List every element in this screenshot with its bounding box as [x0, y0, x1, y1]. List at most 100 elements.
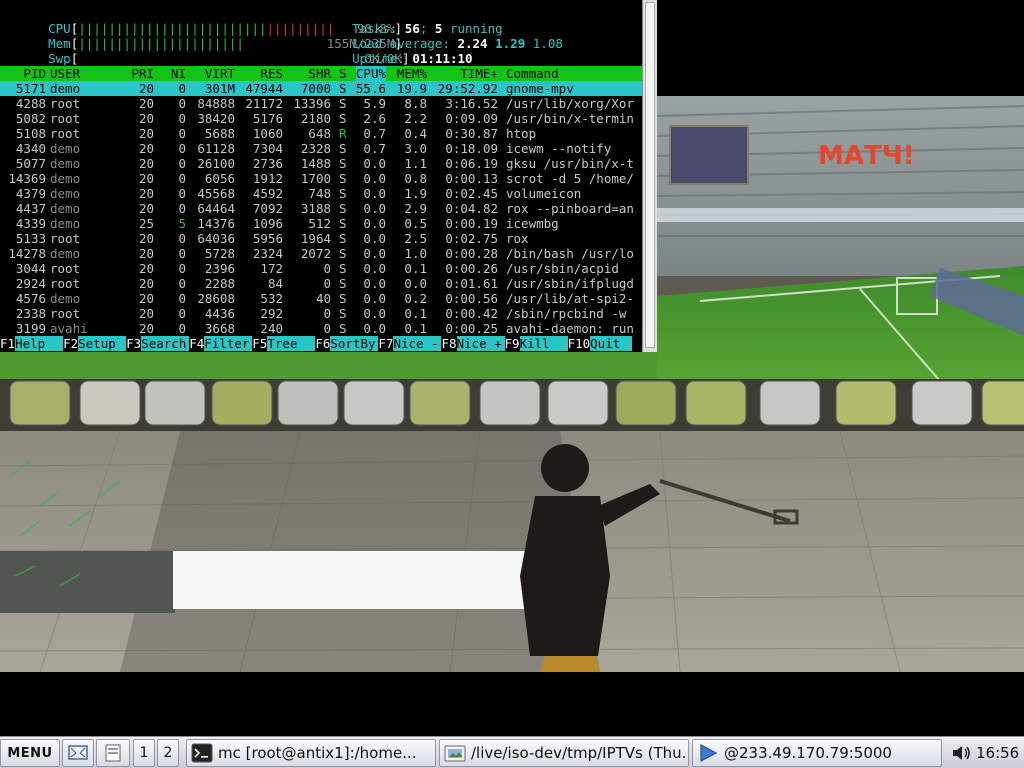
cell-pid: 4379 [15, 186, 46, 201]
cell-pri: 20 [138, 111, 154, 126]
process-row[interactable]: 4288 root 20 0 84888 21172 13396 S 5.9 8.8 3:16.52… [0, 96, 643, 111]
fkey-f4[interactable]: F4Filter [189, 336, 253, 351]
cell-virt: 5688 [204, 126, 235, 141]
scrollbar-thumb[interactable] [645, 2, 655, 348]
fkey-f1[interactable]: F1Help [0, 336, 64, 351]
cell-virt: 61128 [197, 141, 235, 156]
column-header-s[interactable]: S [339, 66, 347, 81]
process-row[interactable]: 5082 root 20 0 38420 5176 2180 S 2.6 2.2 0:09.09/u… [0, 111, 643, 126]
cell-ni: 0 [178, 306, 186, 321]
column-header-cmd[interactable]: Command [506, 66, 559, 81]
cell-s: S [339, 141, 347, 156]
fkey-key: F4 [189, 336, 205, 351]
fkey-key: F3 [126, 336, 142, 351]
task-terminal-mc[interactable]: mc [root@antix1]:/home... [186, 739, 436, 767]
workspace-1-button[interactable]: 1 [133, 739, 155, 767]
column-header-pri[interactable]: PRI [131, 66, 154, 81]
cell-pid: 5108 [15, 126, 46, 141]
tray-area: 16:56 [950, 739, 1022, 767]
cell-shr: 1488 [300, 156, 331, 171]
fkey-label: Tree [267, 336, 316, 351]
fkey-key: F6 [315, 336, 331, 351]
cell-pid: 14278 [8, 246, 46, 261]
column-header-virt[interactable]: VIRT [205, 66, 235, 81]
cell-pri: 20 [138, 291, 154, 306]
cell-time: 0:00.56 [445, 291, 498, 306]
fkey-f7[interactable]: F7Nice - [378, 336, 442, 351]
window-list-button[interactable] [96, 739, 130, 767]
column-header-time[interactable]: TIME+ [460, 66, 498, 81]
window-list-icon [105, 744, 121, 762]
column-header-cpu[interactable]: CPU% [355, 66, 386, 81]
volume-icon[interactable] [950, 742, 972, 764]
cell-res: 7092 [252, 201, 283, 216]
cell-cmd: /usr/bin/x-termin [506, 111, 634, 126]
cell-mem: 1.9 [404, 186, 427, 201]
fkey-f6[interactable]: F6SortBy [315, 336, 379, 351]
column-header-ni[interactable]: NI [171, 66, 186, 81]
fkey-f5[interactable]: F5Tree [252, 336, 316, 351]
cell-cpu: 0.0 [363, 216, 386, 231]
column-header-res[interactable]: RES [260, 66, 283, 81]
cell-cmd: volumeicon [506, 186, 582, 201]
cell-time: 3:16.52 [445, 96, 498, 111]
cell-user: demo [50, 156, 81, 171]
cell-cpu: 0.0 [363, 186, 386, 201]
process-row[interactable]: 2924 root 20 0 2288 84 0 S 0.0 0.0 0:01.61/usr/sbi… [0, 276, 643, 291]
function-key-bar[interactable]: F1Help F2Setup F3Search F4Filter F5Tree F6Sor… [0, 336, 643, 352]
fkey-f2[interactable]: F2Setup [63, 336, 127, 351]
process-row[interactable]: 4339 demo 25 5 14376 1096 512 S 0.0 0.5 0:00.19 ice… [0, 216, 643, 231]
fkey-f3[interactable]: F3Search [126, 336, 190, 351]
process-row[interactable]: 4379 demo 20 0 45568 4592 748 S 0.0 1.9 0:02.45 vol… [0, 186, 643, 201]
process-row[interactable]: 3199 avahi 20 0 3668 240 0 S 0.0 0.1 0:00.25 avahi-… [0, 321, 643, 336]
cell-res: 5956 [252, 231, 283, 246]
task-file-manager[interactable]: /live/iso-dev/tmp/IPTVs (Thu... [439, 739, 689, 767]
process-row[interactable]: 5133 root 20 0 64036 5956 1964 S 0.0 2.5 0:02.75 ro… [0, 231, 643, 246]
cell-virt: 301M [204, 81, 235, 96]
start-menu-button[interactable]: MENU [0, 739, 60, 767]
cell-pri: 20 [138, 81, 154, 96]
cell-s: S [339, 231, 347, 246]
process-row[interactable]: 5077 demo 20 0 26100 2736 1488 S 0.0 1.1 0:06.19 gk… [0, 156, 643, 171]
process-table-header[interactable]: PID USER PRI NI VIRT RES SHR S CPU% MEM% TIME+ Comm… [0, 66, 643, 81]
process-row[interactable]: 5108 root 20 0 5688 1060 648 R 0.7 0.4 0:30.87 htop [0, 126, 643, 141]
process-row[interactable]: 14369 demo 20 0 6056 1912 1700 S 0.0 0.8 0:00.13 sc… [0, 171, 643, 186]
column-header-pid[interactable]: PID [23, 66, 46, 81]
cell-shr: 2180 [300, 111, 331, 126]
cell-cpu: 0.0 [363, 201, 386, 216]
cell-cmd: /usr/lib/at-spi2- [506, 291, 634, 306]
cell-user: root [50, 96, 81, 111]
cell-cpu: 0.7 [363, 126, 386, 141]
cell-mem: 0.1 [404, 261, 427, 276]
process-row[interactable]: 3044 root 20 0 2396 172 0 S 0.0 0.1 0:00.26/usr/sb… [0, 261, 643, 276]
process-row[interactable]: 4340 demo 20 0 61128 7304 2328 S 0.7 3.0 0:18.09 ic… [0, 141, 643, 156]
task-title: mc [root@antix1]:/home... [218, 744, 417, 762]
cell-cmd: rox --pinboard=an [506, 201, 634, 216]
cell-ni: 0 [178, 96, 186, 111]
fkey-f8[interactable]: F8Nice + [441, 336, 505, 351]
process-row[interactable]: 2338 root 20 0 4436 292 0 S 0.0 0.1 0:00.42/sbin/r… [0, 306, 643, 321]
process-row[interactable]: 14278 demo 20 0 5728 2324 2072 S 0.0 1.0 0:00.28/b… [0, 246, 643, 261]
fkey-f9[interactable]: F9Kill [505, 336, 568, 351]
cell-cmd: /usr/sbin/acpid [506, 261, 619, 276]
column-header-shr[interactable]: SHR [308, 66, 331, 81]
process-row[interactable]: 4437 demo 20 0 64464 7092 3188 S 0.0 2.9 0:04.82 ro… [0, 201, 643, 216]
cell-pri: 20 [138, 321, 154, 336]
fkey-key: F9 [504, 336, 520, 351]
cell-cpu: 0.0 [363, 261, 386, 276]
task-media-player[interactable]: @233.49.170.79:5000 [692, 739, 942, 767]
cell-cmd: /usr/sbin/ifplugd [506, 276, 634, 291]
cell-s: S [339, 246, 347, 261]
column-header-user[interactable]: USER [50, 66, 80, 81]
show-desktop-button[interactable] [62, 739, 94, 767]
workspace-2-button[interactable]: 2 [157, 739, 179, 767]
terminal-scrollbar[interactable] [642, 0, 657, 352]
column-header-mem[interactable]: MEM% [397, 66, 427, 81]
process-row[interactable]: 5171 demo 20 0 301M 47944 7000 S 55.6 19.9 29:52.9… [0, 81, 643, 96]
fkey-f10[interactable]: F10Quit [568, 336, 633, 351]
cell-s: S [339, 171, 347, 186]
process-row[interactable]: 4576 demo 20 0 28608 532 40 S 0.0 0.2 0:00.56/usr/… [0, 291, 643, 306]
htop-terminal-window[interactable]: CPU[|||||||||||||||||||||||||||||||||| 9… [0, 0, 657, 352]
clock[interactable]: 16:56 [976, 744, 1019, 762]
cell-virt: 5728 [204, 246, 235, 261]
